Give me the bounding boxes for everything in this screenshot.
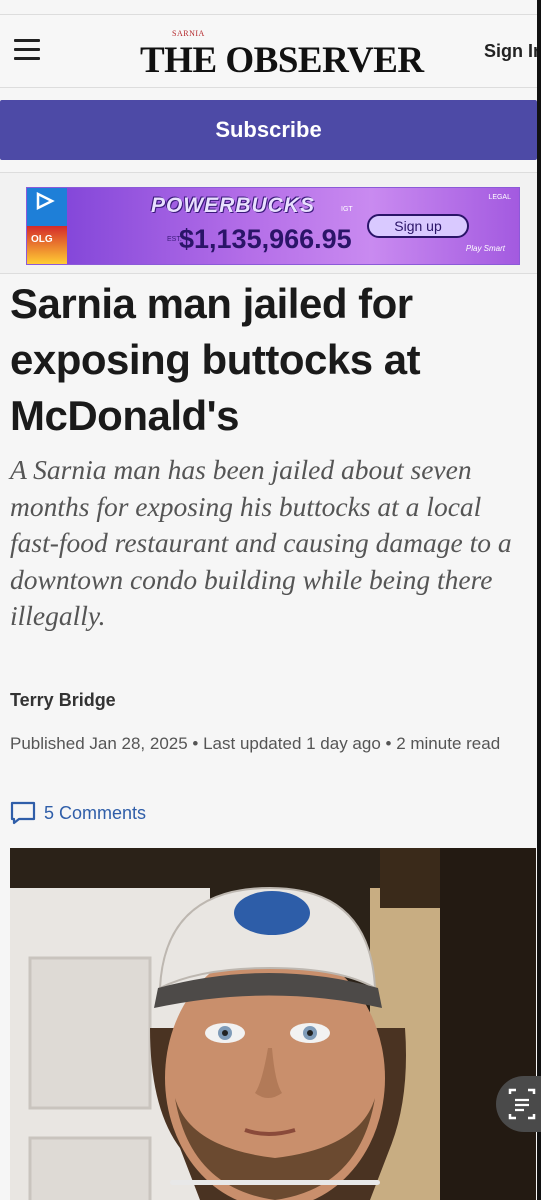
author-name[interactable]: Terry Bridge: [10, 690, 116, 711]
site-header: SARNIA THE OBSERVER Sign In: [0, 14, 537, 88]
ad-signup-button[interactable]: Sign up: [367, 214, 469, 238]
comment-icon: [10, 801, 36, 825]
brand-kicker: SARNIA: [172, 29, 205, 38]
hamburger-menu-icon[interactable]: [14, 39, 40, 61]
subscribe-button[interactable]: Subscribe: [0, 100, 537, 160]
ad-jackpot-amount: $1,135,966.95: [179, 224, 352, 254]
ad-choices-icon[interactable]: [35, 192, 55, 210]
portrait-photo: [10, 848, 536, 1200]
home-indicator[interactable]: [170, 1180, 380, 1185]
screen-scan-button[interactable]: [496, 1076, 541, 1132]
comments-count-label: 5 Comments: [44, 802, 147, 823]
ad-title: POWERBUCKS: [151, 194, 316, 217]
ad-legal-text: LEGAL: [488, 194, 511, 201]
article-headline: Sarnia man jailed for exposing buttocks …: [10, 280, 421, 439]
brand-name: THE OBSERVER: [140, 40, 424, 81]
comments-link[interactable]: 5 Comments: [10, 800, 146, 826]
site-logo[interactable]: SARNIA THE OBSERVER: [140, 29, 424, 81]
right-edge-bar: [537, 0, 541, 1200]
scan-text-icon: [508, 1088, 536, 1120]
article-dek: A Sarnia man has been jailed about seven…: [10, 454, 512, 631]
powerbucks-ad-banner[interactable]: OLG POWERBUCKS IGT EST. $1,135,966.95 Si…: [26, 187, 520, 265]
ad-container: OLG POWERBUCKS IGT EST. $1,135,966.95 Si…: [0, 172, 537, 274]
ad-play-smart: Play Smart: [465, 244, 505, 253]
ad-igt: IGT: [341, 206, 353, 213]
sign-in-link[interactable]: Sign In: [484, 41, 537, 62]
article-meta: Published Jan 28, 2025 • Last updated 1 …: [10, 734, 501, 753]
article-lead-photo[interactable]: [10, 848, 536, 1200]
olg-logo: OLG: [31, 234, 53, 245]
